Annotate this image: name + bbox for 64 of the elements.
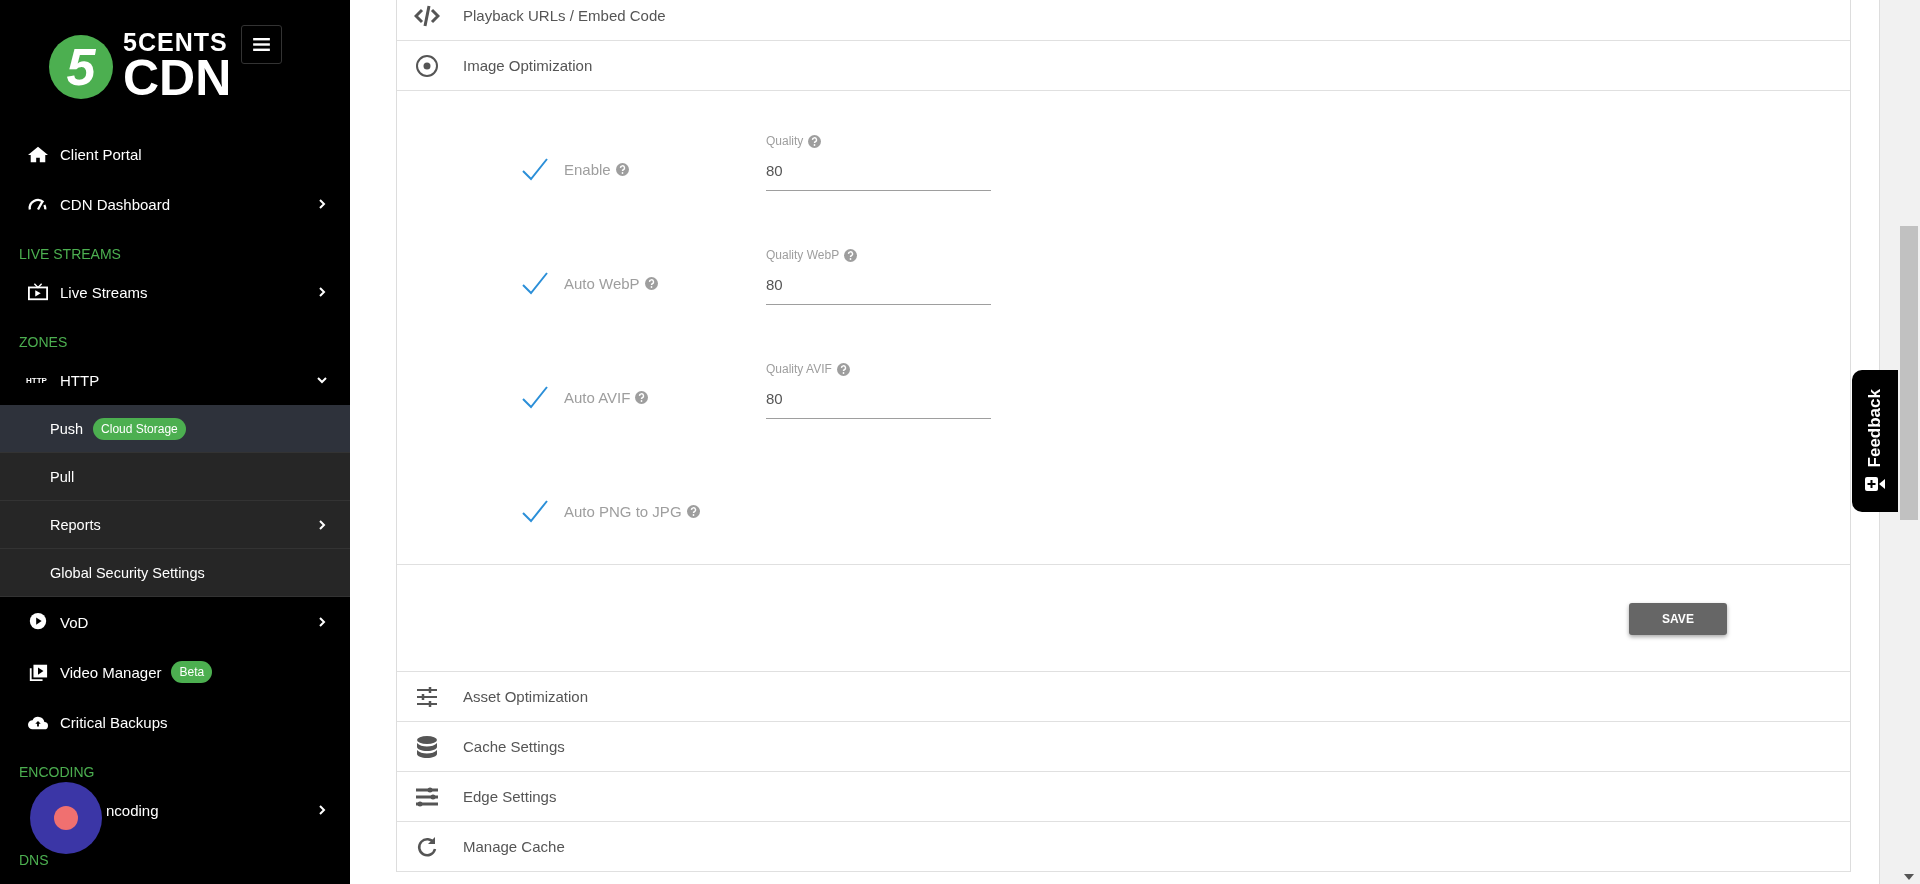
section-heading: ENCODING bbox=[18, 763, 96, 782]
scrollbar-thumb[interactable] bbox=[1900, 226, 1918, 520]
sidebar-item[interactable]: ncoding bbox=[0, 785, 350, 835]
help-icon[interactable] bbox=[644, 276, 658, 290]
badge: Cloud Storage bbox=[93, 417, 186, 440]
chevron-right-icon[interactable] bbox=[316, 804, 328, 816]
checkbox-label: Auto WebP bbox=[564, 274, 640, 292]
help-icon[interactable] bbox=[615, 162, 629, 176]
save-button[interactable]: SAVE bbox=[1629, 603, 1727, 635]
accordion-header[interactable]: Image Optimization bbox=[397, 41, 1850, 91]
accordion-header[interactable]: Edge Settings bbox=[397, 772, 1850, 822]
field-label: Quality AVIF bbox=[766, 362, 832, 376]
sidebar-item[interactable]: HTTP HTTP bbox=[0, 355, 350, 405]
tv-icon bbox=[26, 282, 50, 302]
scrollbar[interactable] bbox=[1879, 0, 1920, 884]
field-label: Quality WebP bbox=[766, 248, 840, 262]
logo-text: CDN bbox=[123, 53, 232, 103]
video-camera-plus-icon bbox=[1864, 475, 1886, 494]
sidebar-item[interactable]: Live Streams bbox=[0, 267, 350, 317]
badge: Beta bbox=[171, 661, 213, 683]
logo-text: 5CENTS bbox=[123, 30, 229, 55]
checkbox-checked[interactable] bbox=[521, 385, 549, 409]
help-icon[interactable] bbox=[808, 134, 822, 148]
checkbox-label: Enable bbox=[564, 160, 611, 178]
help-icon[interactable] bbox=[844, 248, 858, 262]
help-icon[interactable] bbox=[836, 362, 850, 376]
accordion-header[interactable]: Asset Optimization bbox=[397, 672, 1850, 722]
section-heading: DNS bbox=[18, 851, 50, 870]
database-icon bbox=[414, 733, 440, 760]
logo-mark: 5 bbox=[49, 34, 113, 99]
chevron-down-icon[interactable] bbox=[316, 374, 328, 386]
submenu-item[interactable]: Push Cloud Storage bbox=[0, 405, 350, 453]
http-text-icon: HTTP bbox=[26, 375, 50, 385]
sidebar-item[interactable]: VoD bbox=[0, 597, 350, 647]
sidebar-item[interactable]: CDN Dashboard bbox=[0, 179, 350, 229]
checkbox-checked[interactable] bbox=[521, 499, 549, 523]
input-field[interactable]: 80 bbox=[766, 148, 991, 191]
feedback-tab[interactable]: Feedback bbox=[1852, 370, 1898, 512]
checkbox-checked[interactable] bbox=[521, 157, 549, 181]
field-label: Quality bbox=[766, 134, 804, 148]
chevron-right-icon[interactable] bbox=[316, 518, 328, 531]
checkbox-checked[interactable] bbox=[521, 271, 549, 295]
section-heading: LIVE STREAMS bbox=[18, 245, 122, 264]
menu-button[interactable] bbox=[241, 25, 283, 64]
accordion-header[interactable]: Cache Settings bbox=[397, 722, 1850, 772]
sidebar-item[interactable]: Critical Backups bbox=[0, 697, 350, 747]
home-icon bbox=[26, 144, 50, 164]
sidebar-item[interactable]: Client Portal bbox=[0, 129, 350, 179]
checkbox-label: Auto PNG to JPG bbox=[564, 502, 682, 520]
chevron-right-icon[interactable] bbox=[316, 286, 328, 298]
input-field[interactable]: 80 bbox=[766, 262, 991, 305]
chevron-right-icon[interactable] bbox=[316, 616, 328, 628]
help-icon[interactable] bbox=[635, 390, 649, 404]
accordion-header[interactable]: Playback URLs / Embed Code bbox=[397, 0, 1850, 41]
radio-target-icon bbox=[414, 52, 440, 79]
chevron-right-icon[interactable] bbox=[316, 198, 328, 210]
help-icon[interactable] bbox=[686, 504, 700, 518]
scroll-down-arrow-icon[interactable] bbox=[1904, 874, 1914, 880]
checkbox-label: Auto AVIF bbox=[564, 388, 631, 406]
menu-icon bbox=[253, 38, 271, 51]
sidebar-item[interactable]: Video Manager Beta bbox=[0, 647, 350, 697]
accordion-header[interactable]: Manage Cache bbox=[397, 822, 1850, 872]
input-field[interactable]: 80 bbox=[766, 376, 991, 419]
section-heading: ZONES bbox=[18, 333, 69, 352]
